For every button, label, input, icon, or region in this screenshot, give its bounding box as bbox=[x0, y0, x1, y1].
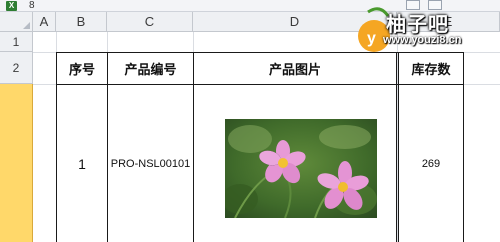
column-header-b[interactable]: B bbox=[56, 12, 107, 32]
watermark-brand: 柚子吧 bbox=[386, 14, 449, 36]
corner-triangle-icon bbox=[23, 22, 30, 29]
row-header-1[interactable]: 1 bbox=[0, 32, 33, 52]
row-header-2[interactable]: 2 bbox=[0, 52, 33, 84]
product-image-cosmos-flowers[interactable] bbox=[225, 119, 377, 218]
column-header-a[interactable]: A bbox=[33, 12, 56, 32]
cell-stock[interactable]: 269 bbox=[399, 85, 463, 242]
row-header-3-selected[interactable] bbox=[0, 84, 33, 242]
column-header-c[interactable]: C bbox=[107, 12, 193, 32]
cell-product-code[interactable]: PRO-NSL00101 bbox=[108, 85, 193, 242]
watermark-url: www.youzi8.cn bbox=[383, 34, 462, 46]
excel-icon: X bbox=[6, 1, 17, 11]
svg-text:y: y bbox=[367, 30, 376, 47]
header-cell-index[interactable]: 序号 bbox=[57, 53, 107, 84]
header-cell-product-code[interactable]: 产品编号 bbox=[108, 53, 193, 84]
cell-index[interactable]: 1 bbox=[57, 85, 107, 242]
window-title: 8 bbox=[29, 0, 35, 11]
select-all-corner[interactable] bbox=[0, 12, 33, 32]
